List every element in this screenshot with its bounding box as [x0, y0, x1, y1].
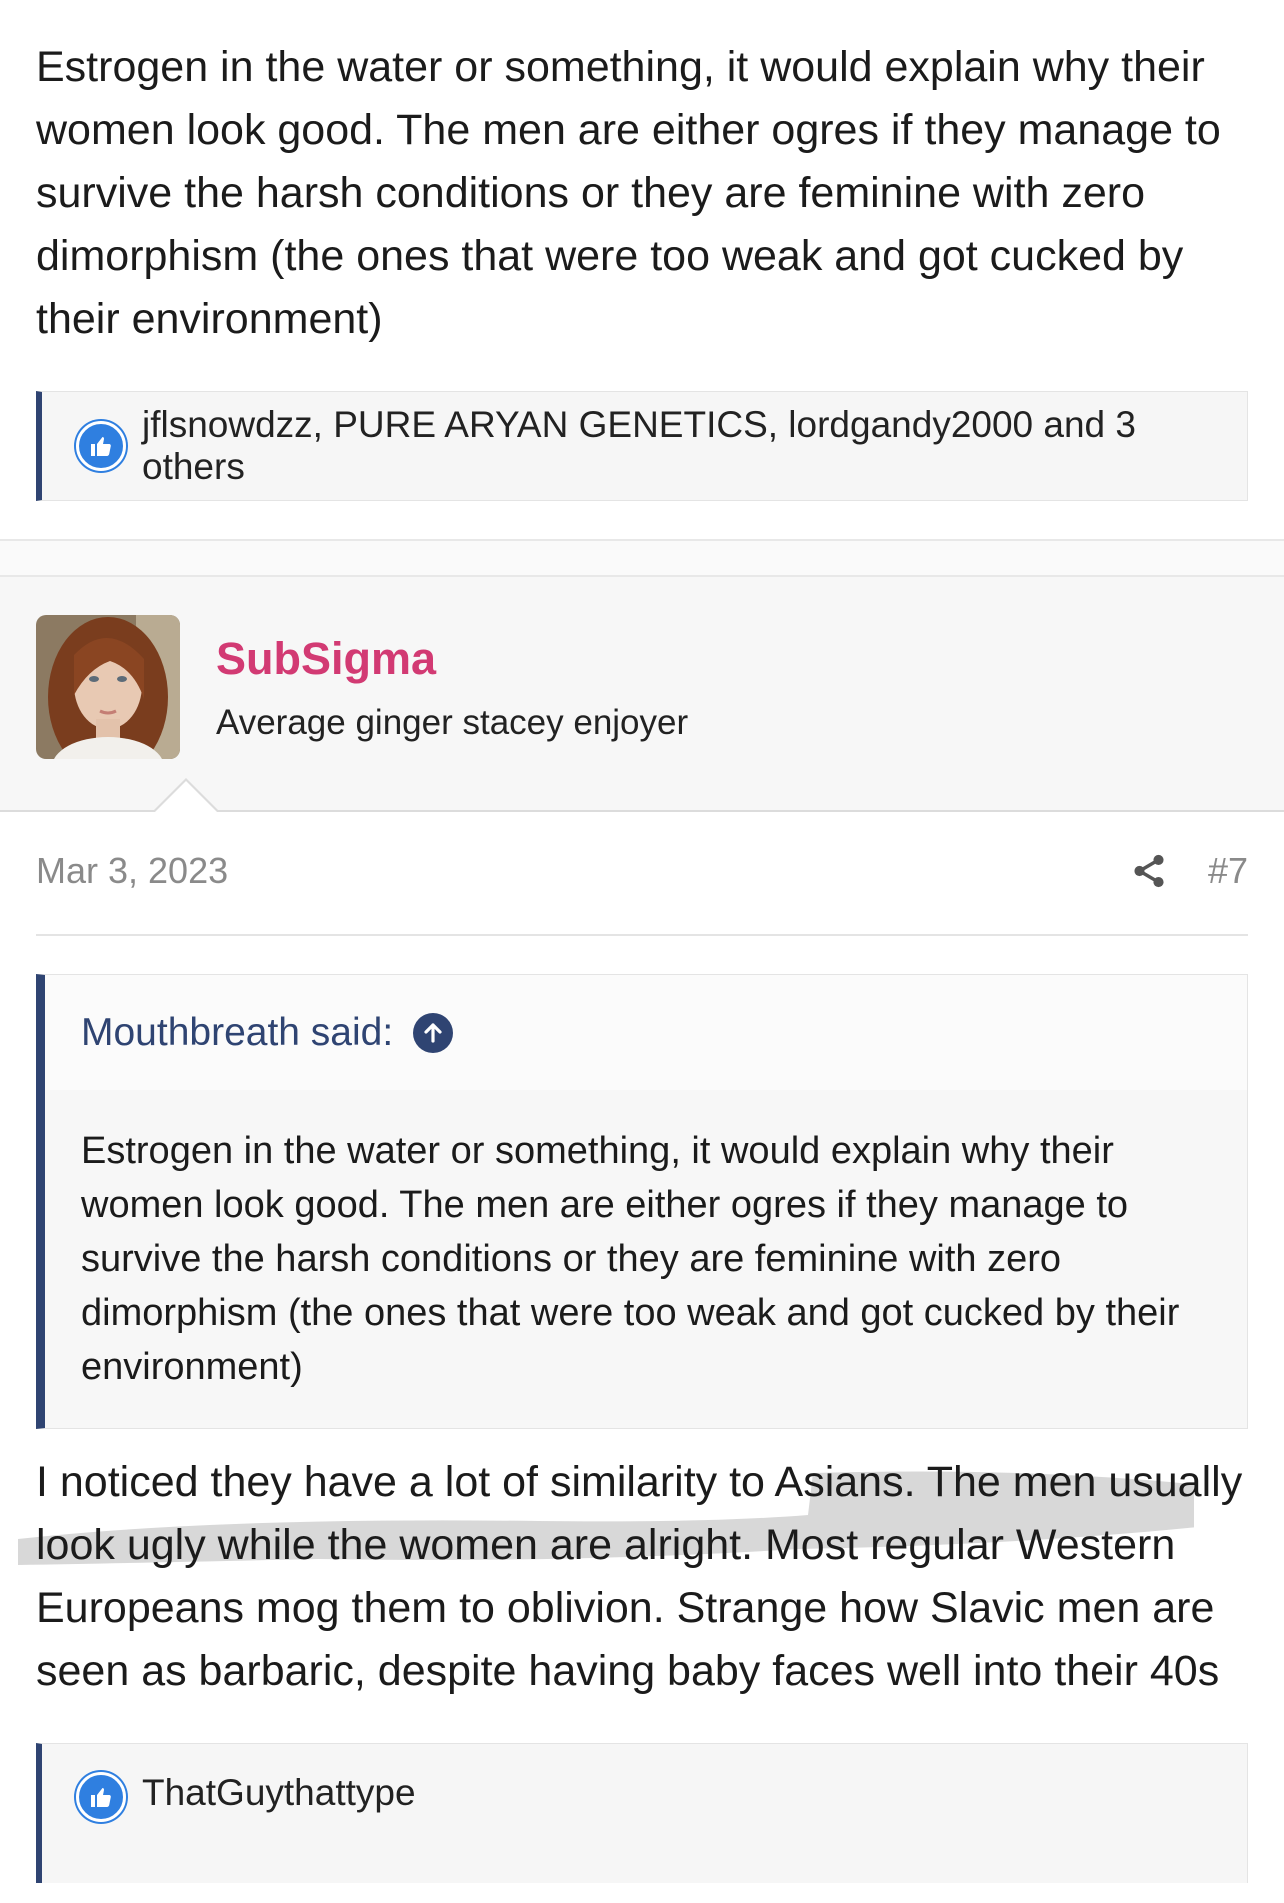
user-title: Average ginger stacey enjoyer [216, 703, 689, 742]
quote-text: Estrogen in the water or something, it w… [81, 1130, 1180, 1388]
post-number[interactable]: #7 [1208, 850, 1248, 892]
post-date[interactable]: Mar 3, 2023 [36, 850, 228, 892]
username[interactable]: SubSigma [216, 633, 436, 685]
arrow-up-icon[interactable] [413, 1012, 454, 1053]
previous-post-reactions-text[interactable]: jflsnowdzz, PURE ARYAN GENETICS, lordgan… [142, 404, 1247, 488]
like-icon [76, 1772, 126, 1822]
quote-author[interactable]: Mouthbreath said: [81, 1011, 393, 1055]
post-reactions-bar[interactable]: ThatGuythattype [36, 1743, 1248, 1883]
quote-block: Mouthbreath said: Estrogen in the water … [36, 974, 1248, 1429]
post-reactions-text[interactable]: ThatGuythattype [142, 1772, 416, 1814]
previous-post-body: Estrogen in the water or something, it w… [36, 43, 1221, 343]
quote-header[interactable]: Mouthbreath said: [45, 975, 1247, 1090]
post-body-container: I noticed they have a lot of similarity … [0, 1429, 1284, 1703]
post-meta: Mar 3, 2023 #7 [36, 812, 1248, 936]
previous-post-body-container: Estrogen in the water or something, it w… [0, 0, 1284, 351]
post-user-block: SubSigma Average ginger stacey enjoyer [0, 577, 1284, 813]
previous-post-reactions-bar[interactable]: jflsnowdzz, PURE ARYAN GENETICS, lordgan… [36, 391, 1248, 501]
avatar[interactable] [36, 615, 180, 759]
post-separator [0, 539, 1284, 577]
like-icon [76, 421, 126, 471]
share-icon[interactable] [1130, 852, 1168, 899]
post-body: I noticed they have a lot of similarity … [36, 1458, 1243, 1695]
